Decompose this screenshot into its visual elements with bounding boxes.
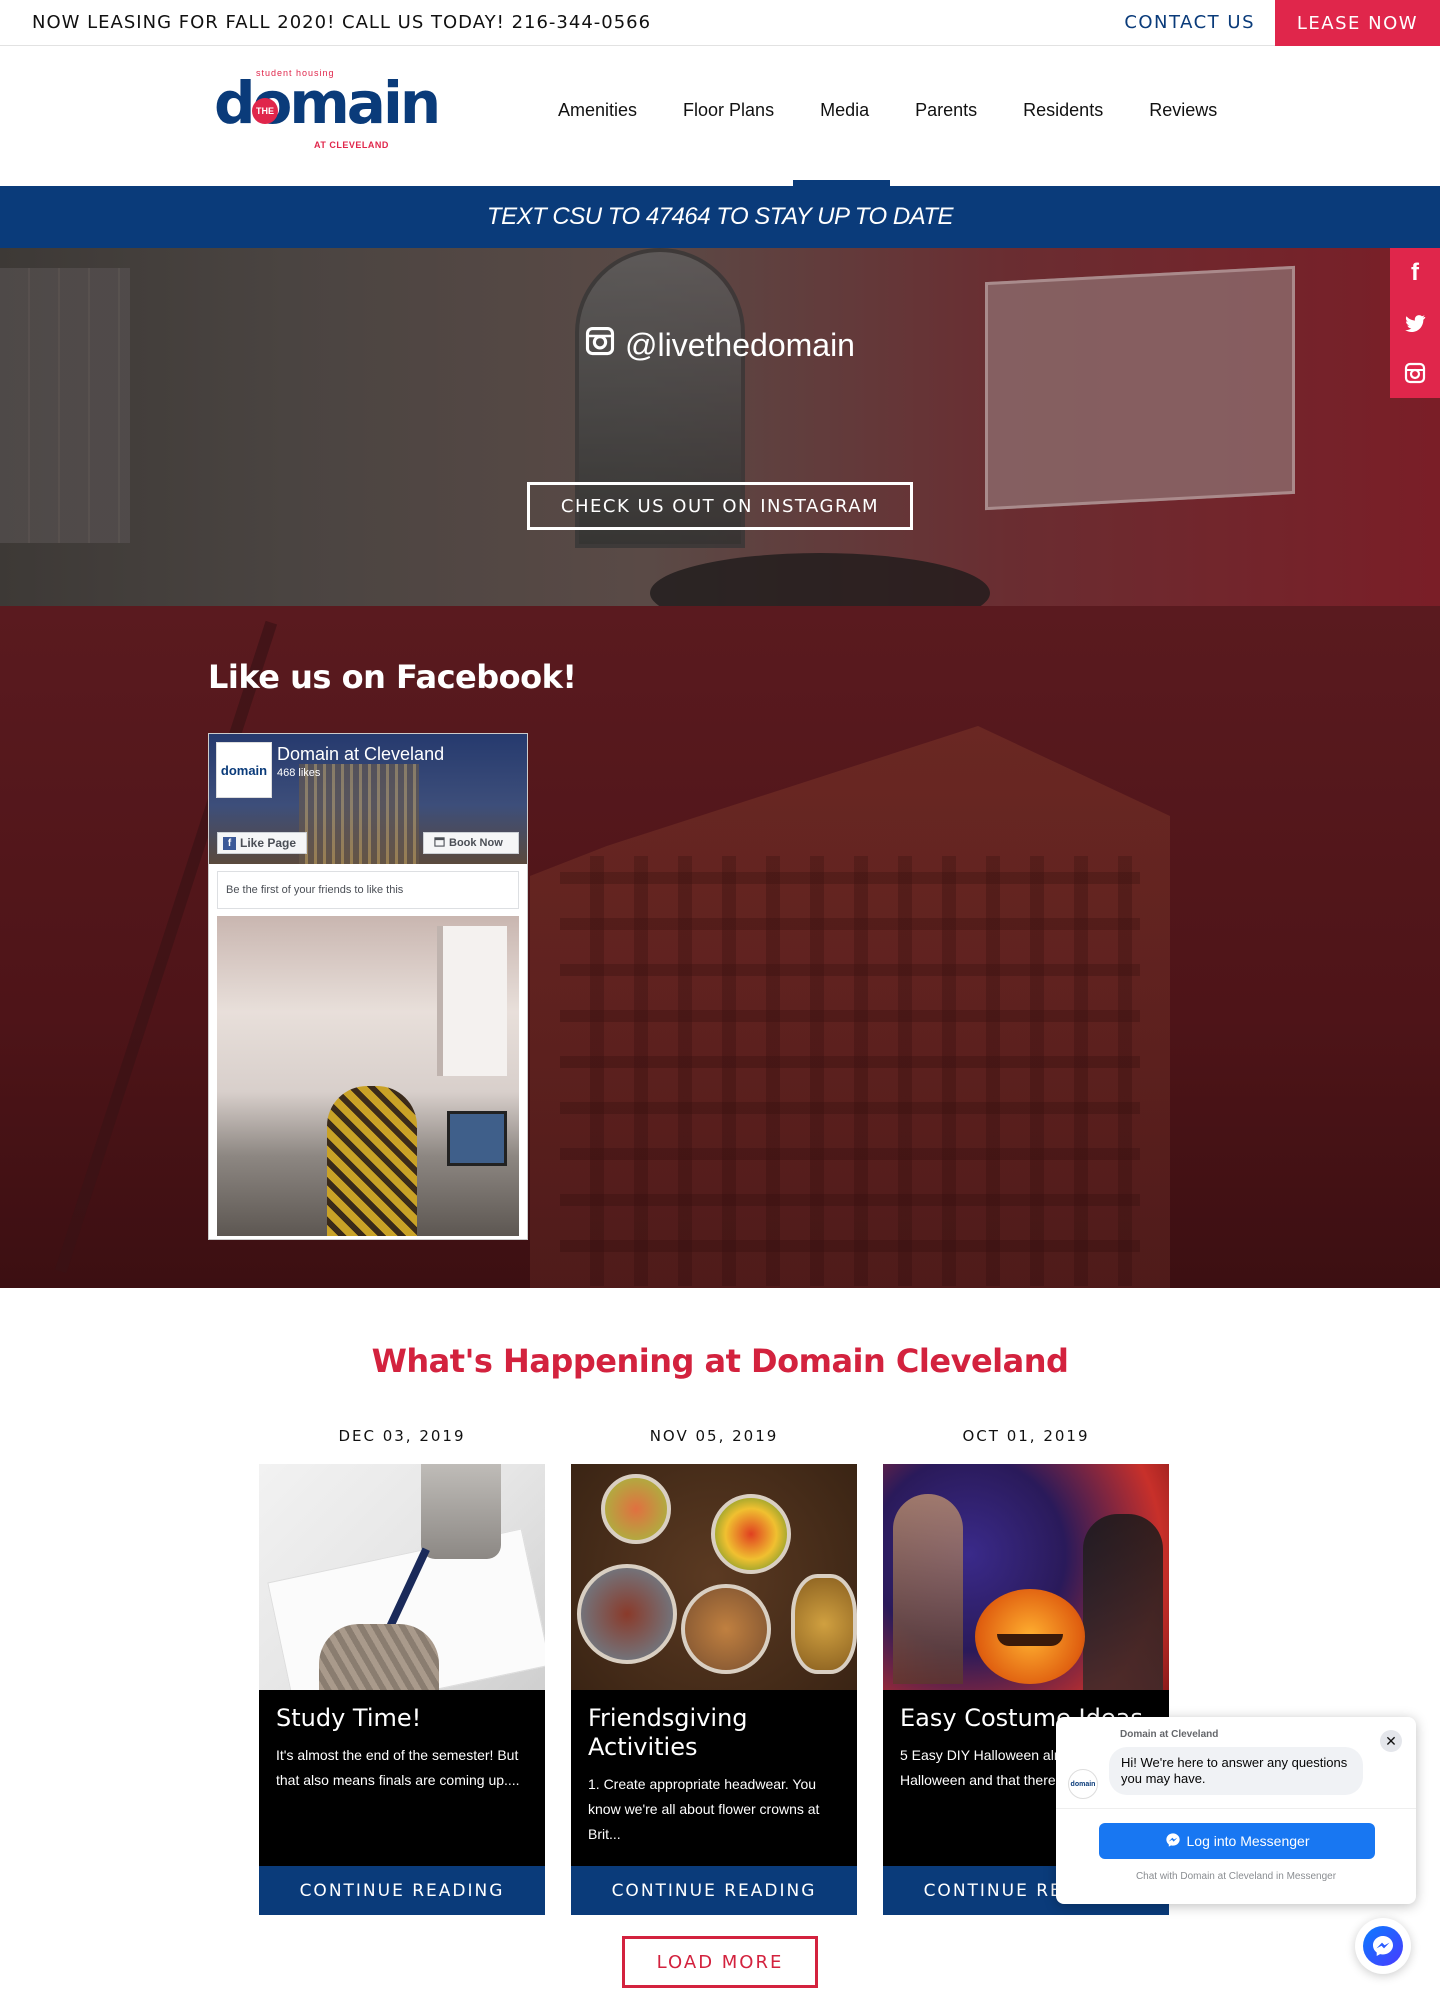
close-icon[interactable]: ✕ <box>1380 1730 1402 1752</box>
log-into-messenger-button[interactable]: Log into Messenger <box>1099 1823 1375 1859</box>
instagram-icon[interactable] <box>1390 348 1440 398</box>
post-image-friendsgiving[interactable] <box>571 1464 857 1690</box>
nav-media[interactable]: Media <box>797 100 892 121</box>
building-windows-image <box>560 856 1140 1286</box>
mug-image <box>421 1464 501 1559</box>
logo-wordmark: domain <box>214 69 441 137</box>
post-title[interactable]: Study Time! <box>276 1704 528 1733</box>
facebook-page-widget: domain Domain at Cleveland 468 likes f L… <box>208 733 528 1240</box>
first-friend-notice: Be the first of your friends to like thi… <box>217 871 519 909</box>
logo-the-badge: THE <box>252 98 278 124</box>
post-date: NOV 05, 2019 <box>649 1427 779 1445</box>
lease-now-button[interactable]: LEASE NOW <box>1275 0 1440 46</box>
facebook-icon[interactable]: f <box>1390 248 1440 298</box>
instagram-icon <box>585 326 615 364</box>
site-header: student housing domain THE AT CLEVELAND … <box>0 46 1440 186</box>
instagram-section: @livethedomain CHECK US OUT ON INSTAGRAM <box>0 248 1440 606</box>
instagram-cta-button[interactable]: CHECK US OUT ON INSTAGRAM <box>527 482 913 530</box>
post-excerpt: 1. Create appropriate headwear. You know… <box>588 1776 820 1842</box>
book-now-label: Book Now <box>449 837 503 849</box>
load-more-button[interactable]: LOAD MORE <box>622 1936 818 1988</box>
post-date: DEC 03, 2019 <box>338 1427 466 1445</box>
facebook-f-icon: f <box>223 836 236 850</box>
post-title[interactable]: Friendsgiving Activities <box>588 1704 840 1762</box>
book-now-button[interactable]: Book Now <box>423 832 519 854</box>
messenger-icon <box>1165 1832 1181 1851</box>
continue-reading-button[interactable]: CONTINUE READING <box>259 1866 545 1915</box>
text-alert-banner: TEXT CSU TO 47464 TO STAY UP TO DATE <box>0 186 1440 248</box>
logo-subtitle: AT CLEVELAND <box>314 140 389 150</box>
sweater-arm-image <box>319 1624 439 1690</box>
facebook-section-title: Like us on Facebook! <box>208 658 577 696</box>
nav-parents[interactable]: Parents <box>892 100 1000 121</box>
witch-person-image <box>1083 1514 1163 1690</box>
blog-card: DEC 03, 2019 Study Time! It's almost the… <box>259 1427 545 1915</box>
leasing-announcement: NOW LEASING FOR FALL 2020! CALL US TODAY… <box>32 12 652 33</box>
wall-art-image <box>0 268 130 543</box>
party-person-image <box>893 1494 963 1684</box>
jack-o-lantern-image <box>975 1589 1085 1684</box>
events-section-title: What's Happening at Domain Cleveland <box>371 1342 1069 1380</box>
like-page-label: Like Page <box>240 836 297 850</box>
nav-residents[interactable]: Residents <box>1000 100 1126 121</box>
nav-floor-plans[interactable]: Floor Plans <box>660 100 797 121</box>
facebook-section: Like us on Facebook! domain Domain at Cl… <box>0 606 1440 1288</box>
pumpkin-mouth-image <box>997 1634 1063 1646</box>
messenger-page-name: Domain at Cleveland <box>1120 1729 1219 1740</box>
food-plate-image <box>601 1474 671 1544</box>
top-bar: NOW LEASING FOR FALL 2020! CALL US TODAY… <box>0 0 1440 46</box>
nav-reviews[interactable]: Reviews <box>1126 100 1240 121</box>
post-image-study[interactable] <box>259 1464 545 1690</box>
post-body: Study Time! It's almost the end of the s… <box>259 1690 545 1866</box>
post-body: Friendsgiving Activities 1. Create appro… <box>571 1690 857 1866</box>
cover-building-image <box>299 764 419 864</box>
divider <box>1056 1808 1416 1809</box>
messenger-chat-popup: Domain at Cleveland ✕ domain Hi! We're h… <box>1056 1717 1416 1904</box>
like-page-button[interactable]: f Like Page <box>217 832 307 854</box>
post-student-image <box>327 1086 417 1236</box>
social-sidebar: f <box>1390 248 1440 398</box>
blog-card: NOV 05, 2019 Friendsgiving Activities 1.… <box>571 1427 857 1915</box>
post-date: OCT 01, 2019 <box>962 1427 1090 1445</box>
log-into-messenger-label: Log into Messenger <box>1186 1833 1310 1849</box>
messenger-launcher-button[interactable] <box>1355 1918 1411 1974</box>
food-plate-image <box>791 1574 857 1674</box>
facebook-page-name[interactable]: Domain at Cleveland <box>277 744 444 765</box>
calendar-icon <box>434 836 445 850</box>
messenger-greeting: Hi! We're here to answer any questions y… <box>1109 1747 1363 1795</box>
whiteboard-image <box>985 265 1295 511</box>
food-plate-image <box>681 1584 771 1674</box>
facebook-likes-count: 468 likes <box>277 767 321 779</box>
messenger-icon <box>1363 1926 1403 1966</box>
post-window-image <box>437 926 507 1076</box>
post-image-halloween[interactable] <box>883 1464 1169 1690</box>
facebook-post-image[interactable] <box>217 916 519 1236</box>
facebook-page-logo[interactable]: domain <box>216 742 272 798</box>
food-plate-image <box>711 1494 791 1574</box>
twitter-icon[interactable] <box>1390 298 1440 348</box>
facebook-cover-photo[interactable]: domain Domain at Cleveland 468 likes f L… <box>209 734 527 864</box>
food-plate-image <box>577 1564 677 1664</box>
main-nav: Amenities Floor Plans Media Parents Resi… <box>535 100 1240 121</box>
post-computer-image <box>447 1111 507 1166</box>
instagram-handle-text: @livethedomain <box>625 326 855 363</box>
post-excerpt: It's almost the end of the semester! But… <box>276 1747 520 1788</box>
continue-reading-button[interactable]: CONTINUE READING <box>571 1866 857 1915</box>
contact-us-link[interactable]: CONTACT US <box>1124 12 1255 33</box>
avatar: domain <box>1068 1769 1098 1799</box>
instagram-handle: @livethedomain <box>0 326 1440 364</box>
table-image <box>650 553 990 606</box>
nav-amenities[interactable]: Amenities <box>535 100 660 121</box>
domain-logo[interactable]: student housing domain THE AT CLEVELAND <box>214 68 441 150</box>
messenger-footer: Chat with Domain at Cleveland in Messeng… <box>1135 1871 1337 1882</box>
